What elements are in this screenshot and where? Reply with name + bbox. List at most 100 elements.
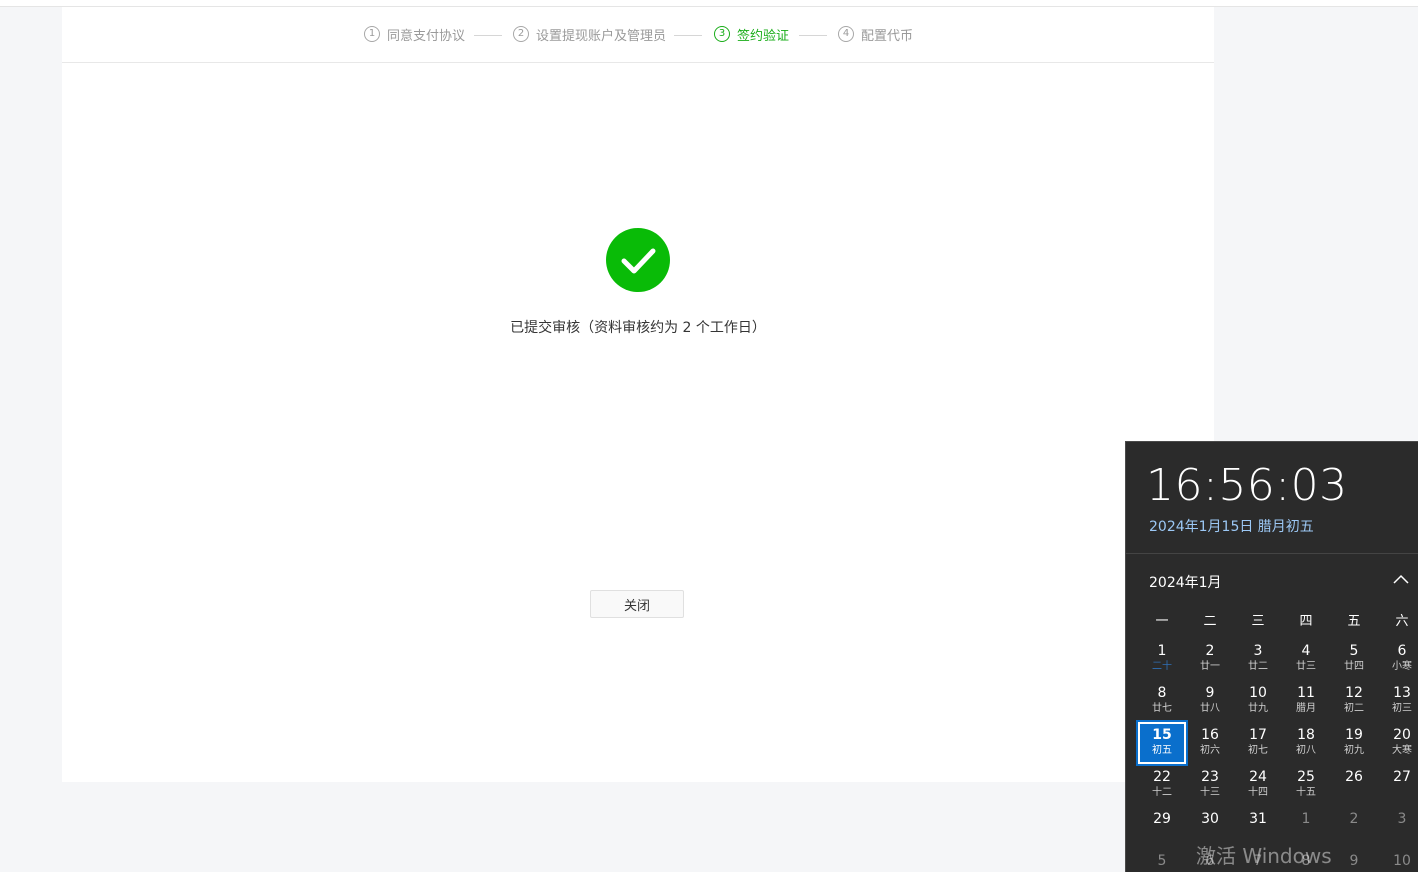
top-border xyxy=(0,0,1418,7)
calendar-day[interactable]: 20 大寒 xyxy=(1378,722,1418,764)
step-separator xyxy=(674,35,702,36)
lunar-date: 初七 xyxy=(1248,745,1268,756)
calendar-day[interactable]: 8 廿七 xyxy=(1138,680,1186,722)
day-number: 18 xyxy=(1297,727,1315,743)
calendar-day[interactable]: 4 廿三 xyxy=(1282,638,1330,680)
day-number: 15 xyxy=(1152,727,1172,743)
step-2: 2 设置提现账户及管理员 xyxy=(513,25,667,44)
calendar-day[interactable]: 5 廿四 xyxy=(1330,638,1378,680)
clock-calendar-flyout: 16:56:03 2024年1月15日 腊月初五 2024年1月 一二三四五六 … xyxy=(1125,441,1418,872)
close-button[interactable]: 关闭 xyxy=(590,590,684,618)
day-number: 26 xyxy=(1345,769,1363,785)
day-number: 22 xyxy=(1153,769,1171,785)
weekday-label: 四 xyxy=(1299,614,1313,629)
calendar-day[interactable]: 10 xyxy=(1378,848,1418,872)
calendar-day[interactable]: 13 初三 xyxy=(1378,680,1418,722)
calendar-day[interactable]: 9 廿八 xyxy=(1186,680,1234,722)
calendar-day[interactable]: 17 初七 xyxy=(1234,722,1282,764)
calendar-day[interactable]: 9 xyxy=(1330,848,1378,872)
calendar-day[interactable]: 2 xyxy=(1330,806,1378,848)
lunar-date: 二十 xyxy=(1152,661,1172,672)
calendar-day[interactable]: 3 xyxy=(1378,806,1418,848)
calendar-day[interactable]: 2 廿一 xyxy=(1186,638,1234,680)
calendar-day[interactable]: 16 初六 xyxy=(1186,722,1234,764)
day-number: 27 xyxy=(1393,769,1411,785)
calendar-day[interactable]: 12 初二 xyxy=(1330,680,1378,722)
step-number: 3 xyxy=(714,26,730,42)
lunar-date: 廿七 xyxy=(1152,703,1172,714)
weekday-label: 三 xyxy=(1251,614,1265,629)
calendar-day[interactable]: 23 十三 xyxy=(1186,764,1234,806)
day-number: 23 xyxy=(1201,769,1219,785)
lunar-date: 廿四 xyxy=(1344,661,1364,672)
lunar-date: 廿九 xyxy=(1248,703,1268,714)
lunar-date: 大寒 xyxy=(1392,745,1412,756)
day-number: 11 xyxy=(1297,685,1315,701)
calendar-day[interactable]: 22 十二 xyxy=(1138,764,1186,806)
day-number: 20 xyxy=(1393,727,1411,743)
day-number: 5 xyxy=(1349,643,1359,659)
day-number: 1 xyxy=(1301,811,1311,827)
day-number: 12 xyxy=(1345,685,1363,701)
calendar-day[interactable]: 29 xyxy=(1138,806,1186,848)
lunar-date: 小寒 xyxy=(1392,661,1412,672)
lunar-date: 腊月 xyxy=(1296,703,1316,714)
day-number: 10 xyxy=(1393,853,1411,869)
lunar-date: 十五 xyxy=(1296,787,1316,798)
calendar-day[interactable]: 24 十四 xyxy=(1234,764,1282,806)
day-number: 2 xyxy=(1205,643,1215,659)
calendar-day[interactable]: 27 xyxy=(1378,764,1418,806)
day-number: 29 xyxy=(1153,811,1171,827)
weekday-label: 五 xyxy=(1347,614,1361,629)
lunar-date: 十二 xyxy=(1152,787,1172,798)
step-label: 签约验证 xyxy=(737,28,790,44)
day-number: 30 xyxy=(1201,811,1219,827)
calendar-day[interactable]: 25 十五 xyxy=(1282,764,1330,806)
lunar-date: 廿八 xyxy=(1200,703,1220,714)
lunar-date: 廿二 xyxy=(1248,661,1268,672)
calendar-day[interactable]: 6 小寒 xyxy=(1378,638,1418,680)
calendar-day[interactable]: 11 腊月 xyxy=(1282,680,1330,722)
step-3: 3 签约验证 xyxy=(714,25,790,44)
lunar-date: 初六 xyxy=(1200,745,1220,756)
day-number: 13 xyxy=(1393,685,1411,701)
steps-bar: 1 同意支付协议 2 设置提现账户及管理员 3 签约验证 4 配置代币 xyxy=(62,7,1214,63)
content-card: 1 同意支付协议 2 设置提现账户及管理员 3 签约验证 4 配置代币 已提交审… xyxy=(62,7,1214,782)
divider xyxy=(1126,553,1418,554)
step-4: 4 配置代币 xyxy=(838,25,914,44)
step-label: 设置提现账户及管理员 xyxy=(536,28,667,44)
day-number: 9 xyxy=(1205,685,1215,701)
day-number: 5 xyxy=(1157,853,1167,869)
activation-watermark: 激活 Windows xyxy=(1196,844,1332,868)
calendar-day[interactable]: 26 xyxy=(1330,764,1378,806)
day-number: 24 xyxy=(1249,769,1267,785)
weekday-label: 六 xyxy=(1395,614,1409,629)
day-number: 6 xyxy=(1397,643,1407,659)
lunar-date: 廿三 xyxy=(1296,661,1316,672)
chevron-up-icon[interactable] xyxy=(1391,570,1411,590)
lunar-date: 初二 xyxy=(1344,703,1364,714)
day-number: 2 xyxy=(1349,811,1359,827)
calendar-day[interactable]: 10 廿九 xyxy=(1234,680,1282,722)
calendar-day[interactable]: 15 初五 xyxy=(1136,720,1188,766)
calendar-day[interactable]: 19 初九 xyxy=(1330,722,1378,764)
calendar-day[interactable]: 1 二十 xyxy=(1138,638,1186,680)
weekday-label: 一 xyxy=(1155,614,1169,629)
calendar-day[interactable]: 18 初八 xyxy=(1282,722,1330,764)
day-number: 4 xyxy=(1301,643,1311,659)
calendar-day[interactable]: 5 xyxy=(1138,848,1186,872)
calendar-day[interactable]: 3 廿二 xyxy=(1234,638,1282,680)
step-separator xyxy=(799,35,827,36)
day-number: 17 xyxy=(1249,727,1267,743)
day-number: 25 xyxy=(1297,769,1315,785)
clock-time: 16:56:03 xyxy=(1146,460,1348,511)
day-number: 3 xyxy=(1397,811,1407,827)
day-number: 8 xyxy=(1157,685,1167,701)
month-title[interactable]: 2024年1月 xyxy=(1149,572,1222,592)
step-label: 配置代币 xyxy=(861,28,914,44)
step-number: 1 xyxy=(364,26,380,42)
step-1: 1 同意支付协议 xyxy=(364,25,466,44)
full-date-link[interactable]: 2024年1月15日 腊月初五 xyxy=(1149,516,1314,536)
day-number: 31 xyxy=(1249,811,1267,827)
step-label: 同意支付协议 xyxy=(387,28,466,44)
